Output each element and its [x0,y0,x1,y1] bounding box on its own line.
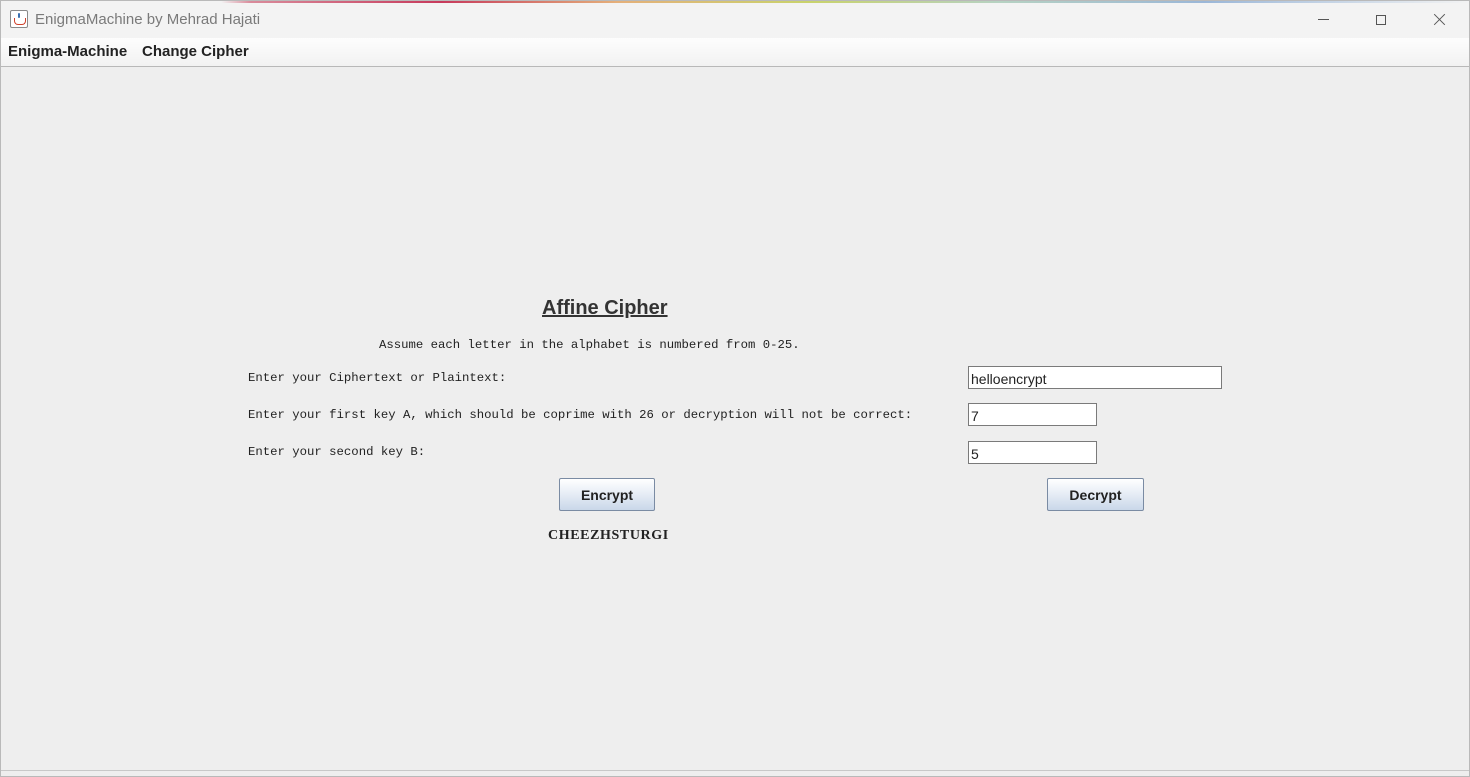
close-icon [1433,13,1446,26]
menu-enigma-machine[interactable]: Enigma-Machine [8,43,127,60]
key-a-label: Enter your first key A, which should be … [248,408,913,422]
affine-cipher-panel: Affine Cipher Assume each letter in the … [2,67,1468,770]
title-bar-accent [1,1,1469,3]
java-cup-icon[interactable] [10,10,28,28]
minimize-button[interactable] [1294,1,1352,38]
minimize-icon [1317,19,1329,20]
title-bar[interactable]: EnigmaMachine by Mehrad Hajati [1,1,1469,38]
java-cup-body [14,18,26,25]
key-a-input[interactable] [968,403,1097,426]
key-b-label: Enter your second key B: [248,445,426,459]
maximize-button[interactable] [1352,1,1410,38]
menu-bar: Enigma-Machine Change Cipher [1,38,1469,67]
encrypt-button[interactable]: Encrypt [559,478,655,511]
alphabet-note: Assume each letter in the alphabet is nu… [379,338,800,352]
key-b-input[interactable] [968,441,1097,464]
window-bottom-border [1,770,1469,771]
menu-change-cipher[interactable]: Change Cipher [142,43,249,60]
app-window: EnigmaMachine by Mehrad Hajati Enigma-Ma… [0,0,1470,777]
close-button[interactable] [1410,1,1468,38]
result-output: CHEEZHSTURGI [548,528,669,543]
text-input-label: Enter your Ciphertext or Plaintext: [248,371,507,385]
window-title: EnigmaMachine by Mehrad Hajati [35,11,261,28]
text-input[interactable] [968,366,1222,389]
maximize-icon [1376,14,1386,25]
page-title: Affine Cipher [542,297,668,319]
decrypt-button[interactable]: Decrypt [1047,478,1144,511]
